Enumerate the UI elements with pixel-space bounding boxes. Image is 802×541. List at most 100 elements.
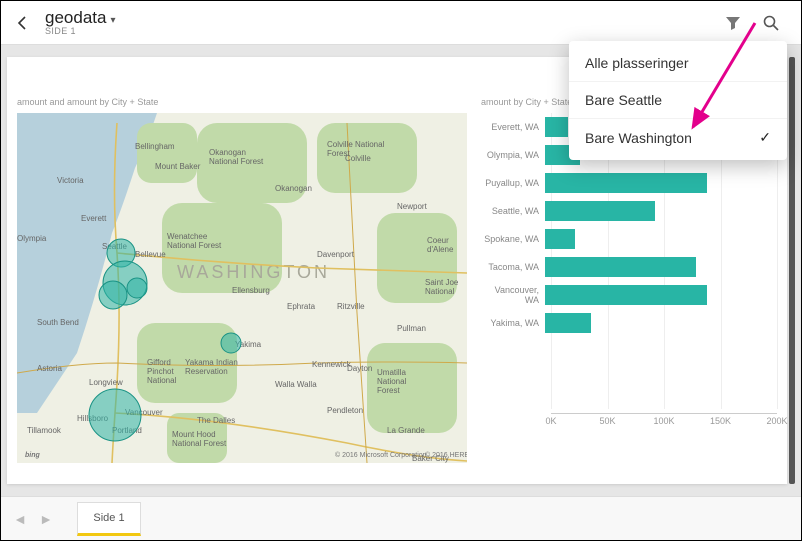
svg-text:Davenport: Davenport [317,250,355,259]
bar[interactable] [545,229,575,249]
svg-text:Okanogan: Okanogan [275,184,312,193]
filter-dropdown: Alle plasseringer Bare Seattle Bare Wash… [569,41,787,160]
page-tab-label: Side 1 [93,512,124,524]
page-subtitle: SIDE 1 [45,27,115,36]
svg-text:La Grande: La Grande [387,426,425,435]
svg-text:Kennewick: Kennewick [312,360,352,369]
x-axis-tick: 0K [545,416,556,426]
svg-text:Olympia: Olympia [17,234,47,243]
bar[interactable] [545,285,707,305]
svg-text:National Forest: National Forest [167,241,222,250]
svg-text:Yakama Indian: Yakama Indian [185,358,238,367]
check-icon: ✓ [759,129,771,146]
bar-label: Olympia, WA [481,150,545,160]
svg-text:National: National [147,376,177,385]
svg-text:© 2016 HERE: © 2016 HERE [425,451,467,459]
svg-text:Victoria: Victoria [57,176,84,185]
bar-row: Seattle, WA [481,197,777,225]
bar[interactable] [545,201,655,221]
report-title: geodata [45,9,106,27]
svg-text:Saint Joe: Saint Joe [425,278,459,287]
svg-text:Bellingham: Bellingham [135,142,175,151]
dropdown-item-washington[interactable]: Bare Washington ✓ [569,119,787,156]
top-bar-actions [717,7,795,39]
bar-label: Seattle, WA [481,206,545,216]
svg-text:Newport: Newport [397,202,428,211]
bar-chart-visual[interactable]: Everett, WA Olympia, WA Puyallup, WA Seattl… [481,113,777,431]
svg-text:Tillamook: Tillamook [27,426,62,435]
bar[interactable] [545,313,591,333]
svg-text:Ritzville: Ritzville [337,302,365,311]
search-button[interactable] [755,7,787,39]
x-axis-tick: 50K [599,416,615,426]
map-visual[interactable]: WASHINGTON Bellingham Victoria Mount Bak… [17,113,467,463]
bar-label: Everett, WA [481,122,545,132]
dropdown-item-all[interactable]: Alle plasseringer [569,45,787,82]
svg-text:© 2016 Microsoft Corporation: © 2016 Microsoft Corporation [335,451,427,459]
back-button[interactable] [7,7,39,39]
dropdown-item-label: Bare Washington [585,130,692,146]
svg-text:Ellensburg: Ellensburg [232,286,270,295]
svg-text:Pullman: Pullman [397,324,426,333]
svg-text:bing: bing [25,452,40,459]
bar[interactable] [545,257,696,277]
vertical-scrollbar[interactable] [789,57,795,484]
bar-row: Vancouver, WA [481,281,777,309]
bar-row: Puyallup, WA [481,169,777,197]
dropdown-item-seattle[interactable]: Bare Seattle [569,82,787,119]
svg-text:South Bend: South Bend [37,318,79,327]
svg-text:National Forest: National Forest [209,157,264,166]
next-page-button[interactable]: ► [33,506,59,532]
bar-row: Spokane, WA [481,225,777,253]
svg-text:Umatilla: Umatilla [377,368,406,377]
map-chart-title: amount and amount by City + State [17,97,158,107]
bar-row: Tacoma, WA [481,253,777,281]
top-bar: geodata ▾ SIDE 1 [1,1,801,45]
svg-text:Colville National: Colville National [327,140,385,149]
x-axis-tick: 200K [766,416,787,426]
svg-text:Mount Hood: Mount Hood [172,430,216,439]
svg-text:National Forest: National Forest [172,439,227,448]
svg-text:Bellevue: Bellevue [135,250,166,259]
dropdown-item-label: Bare Seattle [585,92,662,108]
bar-row: Yakima, WA [481,309,777,337]
svg-text:Astoria: Astoria [37,364,62,373]
bar-label: Yakima, WA [481,318,545,328]
svg-text:Ephrata: Ephrata [287,302,316,311]
svg-text:Forest: Forest [377,386,400,395]
search-icon [762,14,780,32]
svg-text:Longview: Longview [89,378,123,387]
bar-chart-title: amount by City + State [481,97,572,107]
page-navigation-bar: ◄ ► Side 1 [1,496,801,540]
svg-text:Pendleton: Pendleton [327,406,363,415]
map-svg: WASHINGTON Bellingham Victoria Mount Bak… [17,113,467,463]
x-axis-tick: 100K [653,416,674,426]
svg-text:Reservation: Reservation [185,367,228,376]
title-block[interactable]: geodata ▾ SIDE 1 [45,9,115,36]
svg-text:The Dalles: The Dalles [197,416,235,425]
filter-button[interactable] [717,7,749,39]
x-axis-tick: 150K [710,416,731,426]
x-axis: 0K50K100K150K200K [551,413,777,431]
svg-text:National: National [425,287,455,296]
svg-text:Dayton: Dayton [347,364,372,373]
dropdown-item-label: Alle plasseringer [585,55,689,71]
chevron-down-icon: ▾ [110,16,115,27]
svg-text:National: National [377,377,407,386]
page-tab-side1[interactable]: Side 1 [77,502,141,536]
svg-text:Pinchot: Pinchot [147,367,174,376]
svg-text:Okanogan: Okanogan [209,148,246,157]
bar[interactable] [545,117,568,137]
svg-text:Walla Walla: Walla Walla [275,380,317,389]
bar-label: Puyallup, WA [481,178,545,188]
chevron-left-icon [15,15,31,31]
svg-text:Everett: Everett [81,214,107,223]
svg-text:Coeur: Coeur [427,236,449,245]
svg-text:Forest: Forest [327,149,350,158]
svg-text:Gifford: Gifford [147,358,171,367]
prev-page-button[interactable]: ◄ [7,506,33,532]
funnel-icon [724,14,742,32]
bar-label: Vancouver, WA [481,285,545,305]
bar-label: Tacoma, WA [481,262,545,272]
bar[interactable] [545,173,707,193]
